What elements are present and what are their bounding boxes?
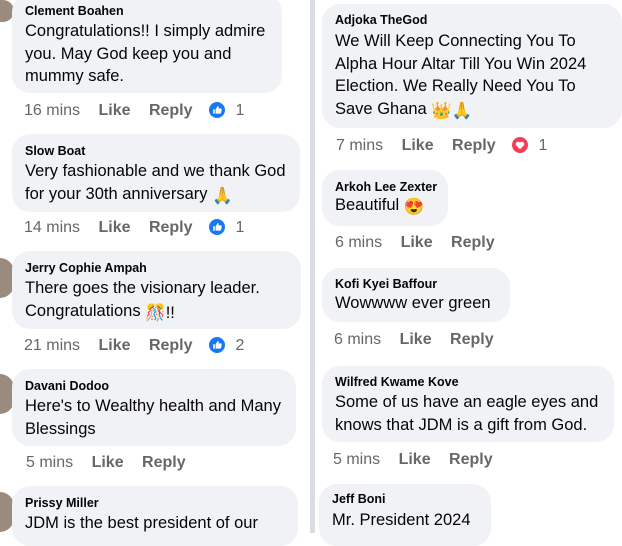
reply-button[interactable]: Reply <box>149 336 193 356</box>
reply-button[interactable]: Reply <box>142 453 186 473</box>
comment-bubble: Jeff Boni Mr. President 2024 <box>319 484 491 546</box>
comment-bubble: Jerry Cophie Ampah There goes the vision… <box>12 251 301 329</box>
column-divider <box>310 0 315 533</box>
comment-text: Here's to Wealthy health and Many Blessi… <box>25 397 281 438</box>
comment-actions: 6 mins Like Reply <box>334 330 494 350</box>
like-reaction-icon[interactable] <box>208 102 225 124</box>
comment-text: There goes the visionary leader. Congrat… <box>25 277 260 324</box>
commenter-name[interactable]: Jerry Cophie Ampah <box>25 261 147 275</box>
comment-bubble: Slow Boat Very fashionable and we thank … <box>12 134 300 212</box>
comment-actions: 5 mins Like Reply <box>26 453 186 473</box>
comment-text: We Will Keep Connecting You To Alpha Hou… <box>335 30 586 122</box>
like-button[interactable]: Like <box>400 330 432 350</box>
comment-timestamp[interactable]: 7 mins <box>336 136 383 156</box>
comment-bubble: Arkoh Lee Zexter Beautiful 😍 <box>322 170 448 226</box>
commenter-name[interactable]: Adjoka TheGod <box>335 13 427 27</box>
like-reaction-icon[interactable] <box>208 337 225 359</box>
praying-hands-emoji: 🙏 <box>212 186 233 205</box>
comment-bubble: Davani Dodoo Here's to Wealthy health an… <box>12 369 296 446</box>
confetti-emoji: 🎊!! <box>145 303 175 322</box>
reply-button[interactable]: Reply <box>450 330 494 350</box>
like-reaction-icon[interactable] <box>208 219 225 241</box>
reaction-count: 1 <box>235 219 245 236</box>
comment-actions: 21 mins Like Reply 2 <box>24 336 244 356</box>
like-button[interactable]: Like <box>399 450 431 470</box>
heart-eyes-emoji: 😍 <box>403 198 425 216</box>
crown-praying-emoji: 👑🙏 <box>431 101 473 120</box>
commenter-name[interactable]: Jeff Boni <box>332 492 385 506</box>
like-button[interactable]: Like <box>401 233 433 253</box>
comment-timestamp[interactable]: 14 mins <box>24 218 80 238</box>
love-reaction-icon[interactable] <box>512 137 529 159</box>
comment-actions: 14 mins Like Reply 1 <box>24 218 244 238</box>
commenter-name[interactable]: Arkoh Lee Zexter <box>335 180 437 194</box>
reaction-count: 2 <box>235 337 245 354</box>
reaction-count: 1 <box>538 137 548 154</box>
comment-text: Some of us have an eagle eyes and knows … <box>335 393 599 434</box>
comment-text: Very fashionable and we thank God for yo… <box>25 160 286 207</box>
comment-text: Mr. President 2024 <box>332 511 471 529</box>
comment-bubble: Clement Boahen Congratulations!! I simpl… <box>12 0 282 93</box>
like-button[interactable]: Like <box>98 101 130 121</box>
commenter-name[interactable]: Slow Boat <box>25 144 85 158</box>
commenter-name[interactable]: Wilfred Kwame Kove <box>335 375 459 389</box>
comment-timestamp[interactable]: 6 mins <box>334 330 381 350</box>
comment-bubble: Adjoka TheGod We Will Keep Connecting Yo… <box>322 4 622 128</box>
comment-bubble: Wilfred Kwame Kove Some of us have an ea… <box>322 366 614 442</box>
comment-timestamp[interactable]: 21 mins <box>24 336 80 356</box>
comment-text: Congratulations!! I simply admire you. M… <box>25 22 266 85</box>
comment-actions: 7 mins Like Reply 1 <box>336 136 547 156</box>
comment-timestamp[interactable]: 5 mins <box>26 453 73 473</box>
comment-timestamp[interactable]: 6 mins <box>335 233 382 253</box>
reply-button[interactable]: Reply <box>452 136 496 156</box>
comment-actions: 16 mins Like Reply 1 <box>24 101 244 121</box>
comment-actions: 5 mins Like Reply <box>333 450 493 470</box>
commenter-name[interactable]: Prissy Miller <box>25 496 99 510</box>
comment-text: JDM is the best president of our <box>25 514 258 532</box>
commenter-name[interactable]: Davani Dodoo <box>25 379 109 393</box>
reply-button[interactable]: Reply <box>149 218 193 238</box>
commenter-name[interactable]: Kofi Kyei Baffour <box>335 277 437 291</box>
reply-button[interactable]: Reply <box>451 233 495 253</box>
comment-bubble: Kofi Kyei Baffour Wowwww ever green <box>322 268 510 322</box>
comment-bubble: Prissy Miller JDM is the best president … <box>12 486 298 546</box>
comments-column-left: Clement Boahen Congratulations!! I simpl… <box>0 0 310 546</box>
comments-column-right: Adjoka TheGod We Will Keep Connecting Yo… <box>316 0 622 546</box>
reaction-count: 1 <box>235 102 245 119</box>
comment-timestamp[interactable]: 16 mins <box>24 101 80 121</box>
commenter-name[interactable]: Clement Boahen <box>25 4 124 18</box>
like-button[interactable]: Like <box>92 453 124 473</box>
comment-timestamp[interactable]: 5 mins <box>333 450 380 470</box>
reply-button[interactable]: Reply <box>149 101 193 121</box>
like-button[interactable]: Like <box>98 218 130 238</box>
comment-text: Beautiful 😍 <box>335 194 424 219</box>
comment-actions: 6 mins Like Reply <box>335 233 495 253</box>
reply-button[interactable]: Reply <box>449 450 493 470</box>
like-button[interactable]: Like <box>402 136 434 156</box>
comment-text: Wowwww ever green <box>335 294 491 312</box>
like-button[interactable]: Like <box>98 336 130 356</box>
